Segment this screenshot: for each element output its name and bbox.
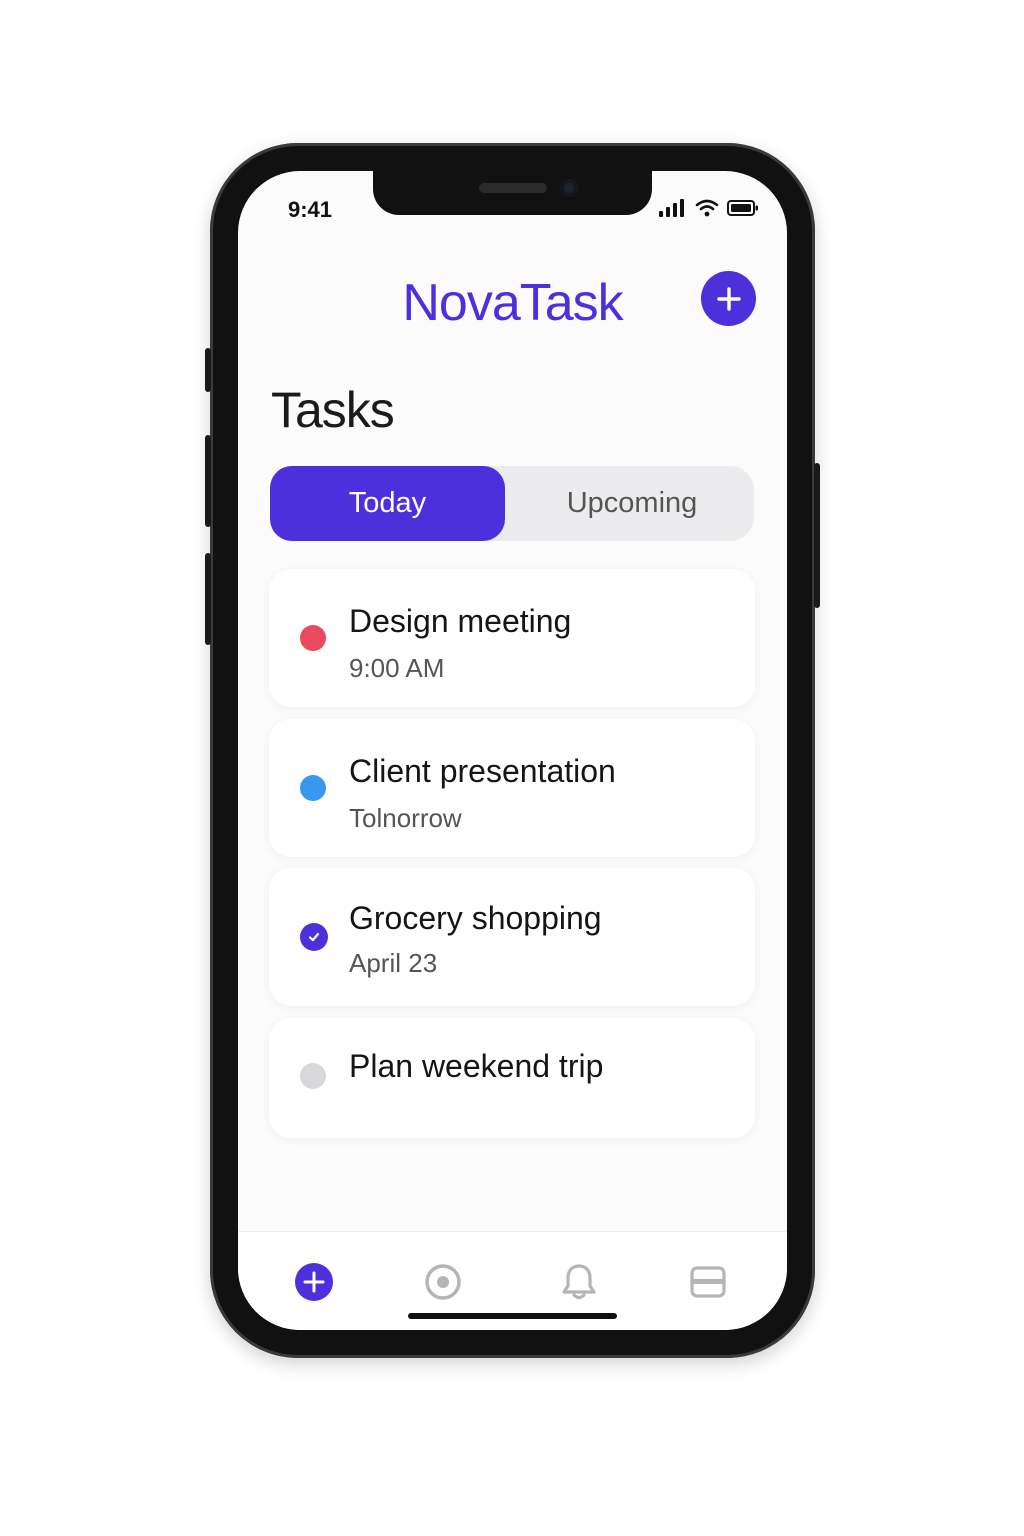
page-title: Tasks (271, 382, 395, 438)
bell-icon (562, 1264, 596, 1300)
priority-dot-icon[interactable] (300, 775, 326, 801)
power-button (814, 463, 820, 608)
nav-cards[interactable] (688, 1262, 728, 1302)
front-camera (560, 179, 578, 197)
nav-focus[interactable] (423, 1262, 463, 1302)
target-icon (425, 1264, 461, 1300)
status-icons (659, 199, 759, 217)
unchecked-circle-icon[interactable] (300, 1063, 326, 1089)
status-time: 9:41 (288, 197, 333, 222)
task-title: Grocery shopping (349, 900, 602, 936)
card-icon (690, 1266, 726, 1298)
tab-switcher: Today Upcoming (270, 466, 754, 541)
task-title: Design meeting (349, 603, 572, 639)
volume-down-button (205, 553, 211, 645)
speaker-grille (479, 183, 547, 193)
task-card-grocery-shopping[interactable]: Grocery shopping April 23 (269, 868, 755, 1006)
phone-screen: 9:41 NovaTask Tasks Today Upcoming Desig… (238, 171, 787, 1330)
task-card-design-meeting[interactable]: Design meeting 9:00 AM (269, 569, 755, 707)
tab-today[interactable]: Today (270, 466, 505, 541)
wifi-icon (695, 199, 719, 217)
add-circle-icon (295, 1263, 333, 1301)
silent-switch (205, 348, 211, 392)
plus-icon (716, 286, 741, 311)
volume-up-button (205, 435, 211, 527)
checkmark-icon (308, 932, 320, 942)
signal-icon (659, 199, 684, 217)
add-task-button[interactable] (701, 271, 756, 326)
task-title: Plan weekend trip (349, 1048, 604, 1084)
nav-add[interactable] (294, 1262, 334, 1302)
task-subtitle: Tolnorrow (349, 803, 462, 833)
phone-frame: 9:41 NovaTask Tasks Today Upcoming Desig… (205, 143, 820, 1358)
task-title: Client presentation (349, 753, 616, 789)
tab-upcoming[interactable]: Upcoming (510, 466, 754, 541)
battery-icon (727, 200, 758, 216)
notch (373, 171, 652, 215)
task-subtitle: April 23 (349, 948, 438, 978)
task-subtitle: 9:00 AM (349, 653, 445, 683)
task-card-client-presentation[interactable]: Client presentation Tolnorrow (269, 719, 755, 857)
priority-dot-icon[interactable] (300, 625, 326, 651)
checked-circle-icon[interactable] (300, 923, 328, 951)
home-indicator (408, 1313, 617, 1319)
nav-notifications[interactable] (559, 1262, 599, 1302)
task-card-plan-weekend-trip[interactable]: Plan weekend trip (269, 1018, 755, 1138)
